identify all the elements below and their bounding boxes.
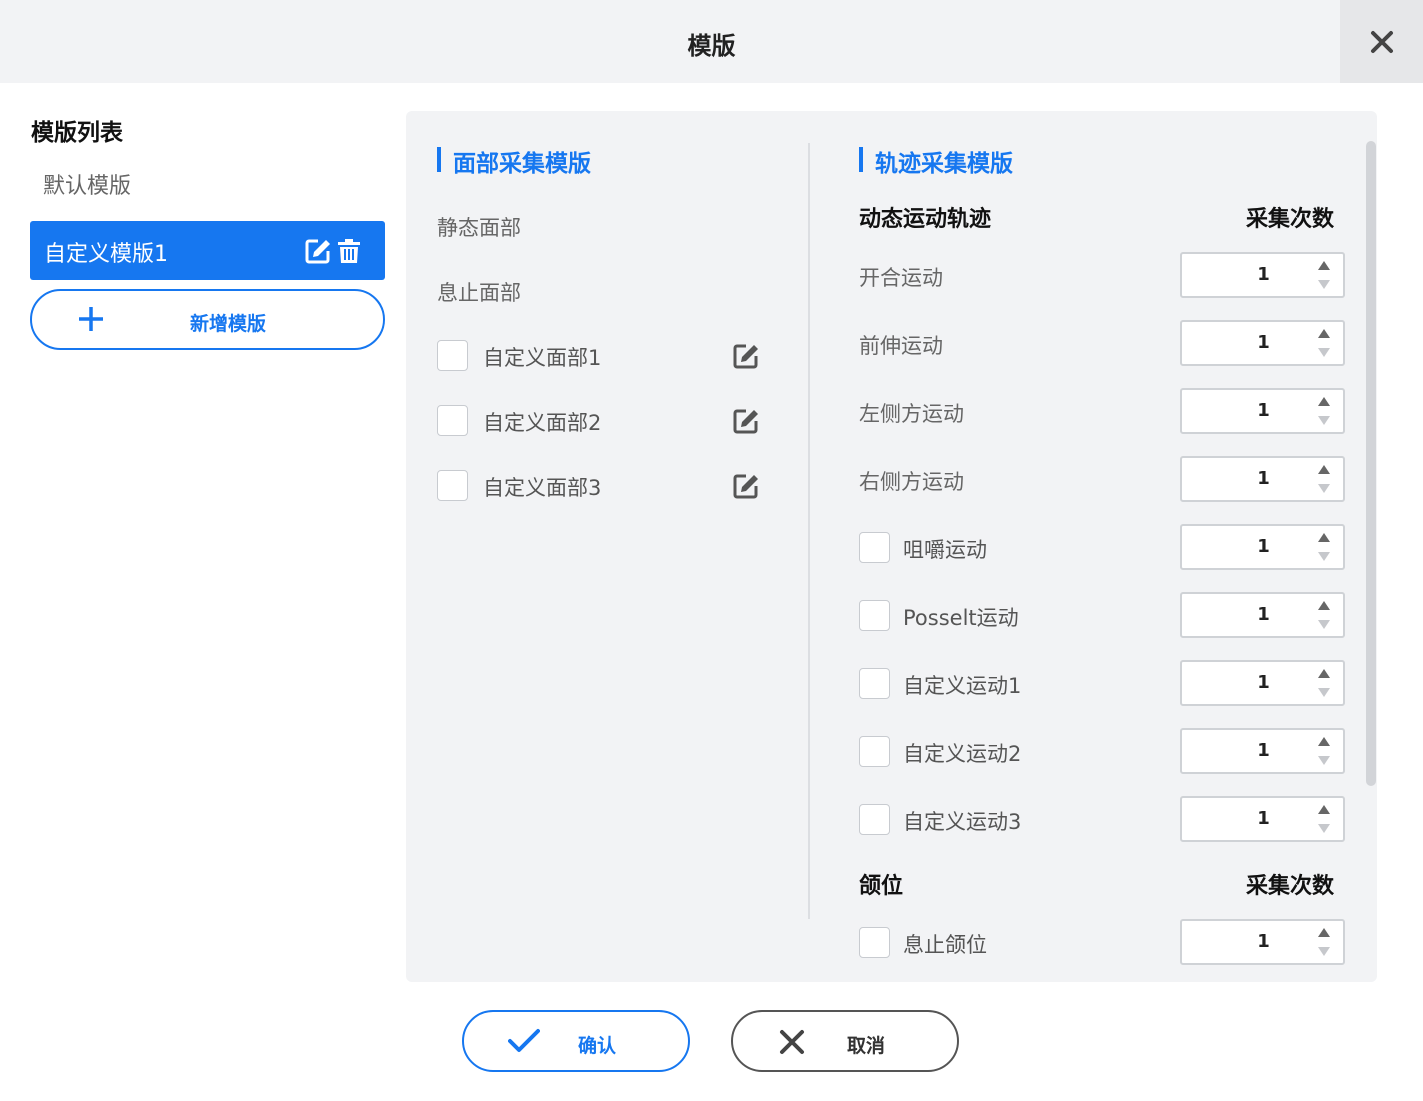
edit-icon[interactable] <box>733 473 759 499</box>
checkbox-chewing[interactable] <box>859 532 890 563</box>
stepper-down-icon[interactable] <box>1318 756 1330 765</box>
vertical-scrollbar[interactable] <box>1366 141 1376 786</box>
dialog-title: 模版 <box>687 32 736 60</box>
stepper-down-icon[interactable] <box>1318 552 1330 561</box>
count-stepper-custom-motion-2[interactable]: 1 <box>1180 728 1345 774</box>
checkbox-custom-motion-1[interactable] <box>859 668 890 699</box>
motion-right-lateral-label: 右侧方运动 <box>859 470 964 494</box>
motion-posselt-label: Posselt运动 <box>903 606 1019 630</box>
count-stepper-custom-motion-1[interactable]: 1 <box>1180 660 1345 706</box>
face-item-rest: 息止面部 <box>437 281 521 305</box>
count-header: 采集次数 <box>1246 207 1335 232</box>
stepper-up-icon[interactable] <box>1318 533 1330 542</box>
face-item-static: 静态面部 <box>437 216 521 240</box>
edit-icon[interactable] <box>733 343 759 369</box>
stepper-up-icon[interactable] <box>1318 261 1330 270</box>
checkbox-custom-face-1[interactable] <box>437 340 468 371</box>
plus-icon <box>79 307 103 331</box>
count-stepper-open-close[interactable]: 1 <box>1180 252 1345 298</box>
count-stepper-rest-jaw[interactable]: 1 <box>1180 919 1345 965</box>
template-item-default[interactable]: 默认模版 <box>43 168 131 200</box>
checkbox-rest-jaw[interactable] <box>859 927 890 958</box>
close-icon <box>1370 30 1393 53</box>
cancel-label: 取消 <box>847 1035 886 1057</box>
count-stepper-posselt[interactable]: 1 <box>1180 592 1345 638</box>
custom-face-3-label: 自定义面部3 <box>483 476 602 500</box>
stepper-up-icon[interactable] <box>1318 465 1330 474</box>
motion-protrusion-label: 前伸运动 <box>859 334 943 358</box>
confirm-button[interactable]: 确认 <box>462 1010 690 1072</box>
confirm-label: 确认 <box>578 1035 617 1057</box>
custom-face-2-label: 自定义面部2 <box>483 411 602 435</box>
checkbox-custom-face-2[interactable] <box>437 405 468 436</box>
motion-chewing-label: 咀嚼运动 <box>903 538 987 562</box>
stepper-up-icon[interactable] <box>1318 329 1330 338</box>
template-item-custom-1[interactable]: 自定义模版1 <box>30 221 385 280</box>
edit-icon[interactable] <box>733 408 759 434</box>
stepper-up-icon[interactable] <box>1318 805 1330 814</box>
cancel-button[interactable]: 取消 <box>731 1010 959 1072</box>
stepper-down-icon[interactable] <box>1318 348 1330 357</box>
face-section-title: 面部采集模版 <box>437 144 591 178</box>
checkbox-custom-motion-3[interactable] <box>859 804 890 835</box>
checkbox-custom-face-3[interactable] <box>437 470 468 501</box>
checkbox-posselt[interactable] <box>859 600 890 631</box>
stepper-down-icon[interactable] <box>1318 688 1330 697</box>
stepper-up-icon[interactable] <box>1318 928 1330 937</box>
close-button[interactable] <box>1340 0 1423 83</box>
stepper-down-icon[interactable] <box>1318 484 1330 493</box>
template-detail-panel: 面部采集模版 静态面部 息止面部 自定义面部1 自定义面部2 自定义面部3 轨迹… <box>406 111 1377 982</box>
template-item-label: 自定义模版1 <box>44 242 168 267</box>
motion-open-close-label: 开合运动 <box>859 266 943 290</box>
section-divider <box>808 143 810 919</box>
close-icon <box>780 1030 804 1054</box>
checkbox-custom-motion-2[interactable] <box>859 736 890 767</box>
trash-icon[interactable] <box>338 239 360 263</box>
edit-icon[interactable] <box>305 238 331 264</box>
trajectory-section-title: 轨迹采集模版 <box>859 144 1013 178</box>
stepper-down-icon[interactable] <box>1318 947 1330 956</box>
add-template-label: 新增模版 <box>190 313 267 335</box>
jaw-rest-label: 息止颌位 <box>903 933 987 957</box>
stepper-down-icon[interactable] <box>1318 416 1330 425</box>
stepper-up-icon[interactable] <box>1318 397 1330 406</box>
template-list-title: 模版列表 <box>31 120 123 146</box>
stepper-up-icon[interactable] <box>1318 601 1330 610</box>
stepper-up-icon[interactable] <box>1318 669 1330 678</box>
count-stepper-right-lateral[interactable]: 1 <box>1180 456 1345 502</box>
custom-face-1-label: 自定义面部1 <box>483 346 602 370</box>
title-bar: 模版 <box>0 0 1423 83</box>
stepper-up-icon[interactable] <box>1318 737 1330 746</box>
jaw-group-title: 颌位 <box>859 874 904 899</box>
count-header: 采集次数 <box>1246 874 1335 899</box>
motion-custom-1-label: 自定义运动1 <box>903 674 1022 698</box>
motion-custom-3-label: 自定义运动3 <box>903 810 1022 834</box>
motion-left-lateral-label: 左侧方运动 <box>859 402 964 426</box>
count-stepper-left-lateral[interactable]: 1 <box>1180 388 1345 434</box>
add-template-button[interactable]: 新增模版 <box>30 289 385 350</box>
count-stepper-custom-motion-3[interactable]: 1 <box>1180 796 1345 842</box>
motion-custom-2-label: 自定义运动2 <box>903 742 1022 766</box>
dynamic-group-title: 动态运动轨迹 <box>859 207 992 232</box>
stepper-down-icon[interactable] <box>1318 280 1330 289</box>
count-stepper-chewing[interactable]: 1 <box>1180 524 1345 570</box>
stepper-down-icon[interactable] <box>1318 824 1330 833</box>
stepper-down-icon[interactable] <box>1318 620 1330 629</box>
check-icon <box>508 1029 540 1052</box>
count-stepper-protrusion[interactable]: 1 <box>1180 320 1345 366</box>
